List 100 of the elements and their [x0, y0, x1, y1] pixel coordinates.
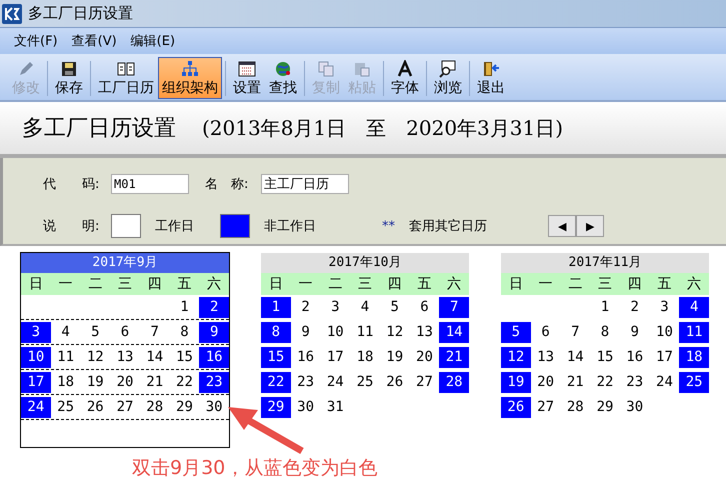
day-cell[interactable]: 23 [290, 372, 320, 393]
day-cell[interactable]: 26 [380, 372, 410, 393]
day-cell[interactable]: 15 [261, 347, 291, 368]
toolbar-button[interactable]: 字体 [387, 57, 423, 99]
day-cell[interactable]: 28 [439, 372, 470, 393]
day-cell[interactable]: 5 [380, 297, 410, 318]
day-cell[interactable]: 21 [560, 372, 590, 393]
day-cell[interactable]: 21 [439, 347, 470, 368]
day-cell[interactable]: 16 [290, 347, 320, 368]
day-cell[interactable]: 22 [261, 372, 291, 393]
day-cell[interactable]: 1 [590, 297, 620, 318]
day-cell[interactable]: 13 [110, 347, 140, 368]
day-cell[interactable]: 7 [560, 322, 590, 343]
day-cell[interactable]: 28 [560, 397, 590, 418]
day-cell[interactable]: 22 [590, 372, 620, 393]
day-cell[interactable]: 13 [530, 347, 560, 368]
day-cell[interactable]: 26 [501, 397, 531, 418]
day-cell[interactable]: 10 [21, 347, 51, 368]
day-cell[interactable]: 12 [80, 347, 110, 368]
day-cell[interactable]: 19 [80, 372, 110, 393]
toolbar-button[interactable]: 工厂日历 [94, 57, 158, 99]
menu-item[interactable]: 查看(V) [72, 32, 117, 50]
day-cell[interactable]: 9 [620, 322, 650, 343]
menu-item[interactable]: 文件(F) [14, 32, 58, 50]
previous-button[interactable]: ◀ [548, 215, 576, 237]
day-cell[interactable]: 11 [679, 322, 710, 343]
day-cell[interactable]: 20 [410, 347, 440, 368]
day-cell[interactable]: 16 [620, 347, 650, 368]
day-cell[interactable]: 3 [21, 322, 51, 343]
day-cell[interactable]: 26 [80, 397, 110, 418]
day-cell[interactable]: 23 [620, 372, 650, 393]
day-cell[interactable]: 10 [320, 322, 350, 343]
day-cell[interactable]: 19 [501, 372, 531, 393]
day-cell[interactable]: 22 [170, 372, 200, 393]
day-cell[interactable]: 30 [290, 397, 320, 418]
day-cell[interactable]: 25 [350, 372, 380, 393]
day-cell[interactable]: 28 [140, 397, 170, 418]
day-cell[interactable]: 25 [679, 372, 710, 393]
day-cell[interactable]: 18 [50, 372, 80, 393]
day-cell[interactable]: 25 [50, 397, 80, 418]
day-cell[interactable]: 24 [320, 372, 350, 393]
day-cell[interactable]: 4 [679, 297, 710, 318]
day-cell[interactable]: 2 [199, 297, 230, 318]
day-cell[interactable]: 29 [170, 397, 200, 418]
day-cell[interactable]: 17 [650, 347, 680, 368]
day-cell[interactable]: 9 [199, 322, 230, 343]
day-cell[interactable]: 27 [110, 397, 140, 418]
day-cell[interactable]: 1 [170, 297, 200, 318]
toolbar-button[interactable]: 保存 [51, 57, 87, 99]
day-cell[interactable]: 6 [110, 322, 140, 343]
day-cell[interactable]: 8 [170, 322, 200, 343]
day-cell[interactable]: 15 [590, 347, 620, 368]
day-cell[interactable]: 8 [261, 322, 291, 343]
day-cell[interactable]: 18 [679, 347, 710, 368]
day-cell[interactable]: 12 [380, 322, 410, 343]
menu-item[interactable]: 编辑(E) [130, 32, 176, 50]
day-cell[interactable]: 14 [439, 322, 470, 343]
day-cell[interactable]: 14 [560, 347, 590, 368]
toolbar-button[interactable]: 设置 [229, 57, 265, 99]
code-field[interactable]: M01 [111, 174, 189, 194]
day-cell[interactable]: 2 [290, 297, 320, 318]
name-field[interactable]: 主工厂日历 [261, 174, 349, 194]
toolbar-button[interactable]: 组织架构 [158, 57, 222, 99]
next-button[interactable]: ▶ [576, 215, 604, 237]
day-cell[interactable]: 4 [350, 297, 380, 318]
toolbar-button[interactable]: 查找 [265, 57, 301, 99]
day-cell[interactable]: 29 [590, 397, 620, 418]
day-cell[interactable]: 11 [350, 322, 380, 343]
day-cell[interactable]: 20 [110, 372, 140, 393]
day-cell[interactable]: 31 [320, 397, 350, 418]
day-cell[interactable]: 8 [590, 322, 620, 343]
day-cell[interactable]: 2 [620, 297, 650, 318]
day-cell[interactable]: 30 [199, 397, 230, 418]
day-cell[interactable]: 20 [530, 372, 560, 393]
day-cell[interactable]: 17 [21, 372, 51, 393]
day-cell[interactable]: 15 [170, 347, 200, 368]
day-cell[interactable]: 16 [199, 347, 230, 368]
day-cell[interactable]: 17 [320, 347, 350, 368]
day-cell[interactable]: 6 [410, 297, 440, 318]
toolbar-button[interactable]: 退出 [473, 57, 509, 99]
day-cell[interactable]: 7 [439, 297, 470, 318]
day-cell[interactable]: 4 [50, 322, 80, 343]
day-cell[interactable]: 9 [290, 322, 320, 343]
day-cell[interactable]: 14 [140, 347, 170, 368]
day-cell[interactable]: 5 [80, 322, 110, 343]
day-cell[interactable]: 29 [261, 397, 291, 418]
day-cell[interactable]: 24 [21, 397, 51, 418]
day-cell[interactable]: 1 [261, 297, 291, 318]
day-cell[interactable]: 7 [140, 322, 170, 343]
day-cell[interactable]: 27 [410, 372, 440, 393]
day-cell[interactable]: 10 [650, 322, 680, 343]
day-cell[interactable]: 12 [501, 347, 531, 368]
day-cell[interactable]: 24 [650, 372, 680, 393]
day-cell[interactable]: 19 [380, 347, 410, 368]
day-cell[interactable]: 21 [140, 372, 170, 393]
toolbar-button[interactable]: 浏览 [430, 57, 466, 99]
day-cell[interactable]: 27 [530, 397, 560, 418]
day-cell[interactable]: 13 [410, 322, 440, 343]
day-cell[interactable]: 3 [650, 297, 680, 318]
day-cell[interactable]: 11 [50, 347, 80, 368]
